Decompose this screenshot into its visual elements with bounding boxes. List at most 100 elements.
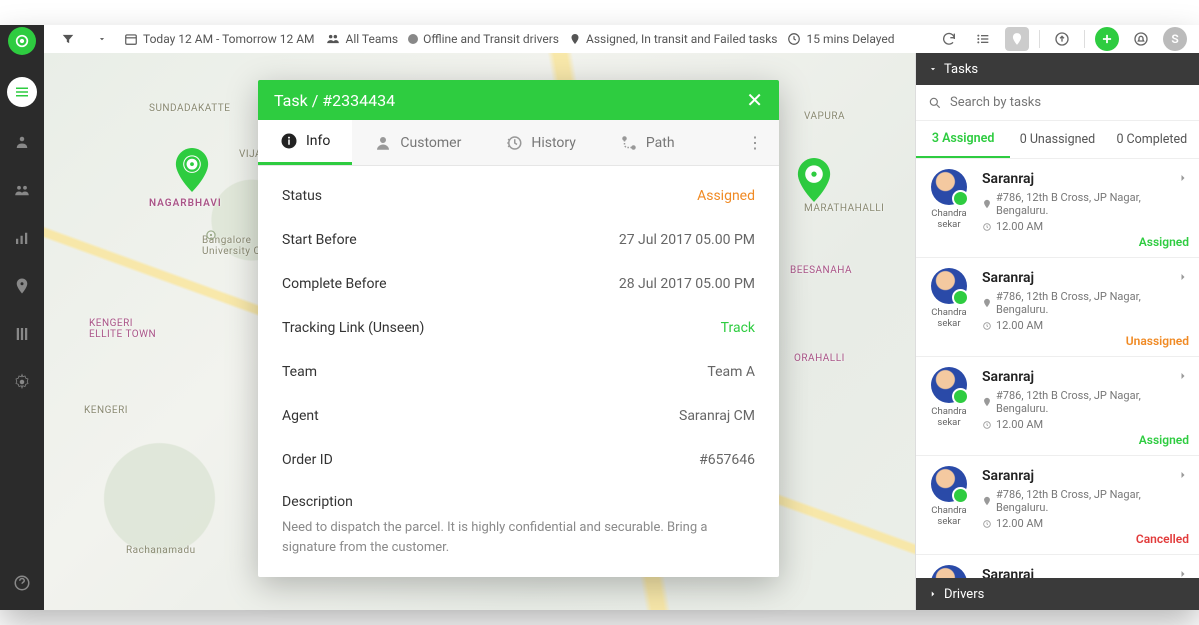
complete-before-value: 28 Jul 2017 05.00 PM [619, 276, 755, 292]
nav-schedule[interactable] [9, 321, 35, 347]
tab-path-label: Path [646, 135, 675, 151]
order-id-label: Order ID [282, 452, 333, 468]
divider [1039, 30, 1040, 48]
delay-text: 15 mins Delayed [806, 32, 894, 46]
user-avatar[interactable]: S [1163, 27, 1187, 51]
map-label: BEESANAHA [790, 265, 852, 276]
map-label: NAGARBHAVI [149, 198, 222, 209]
map-label: ORAHALLI [794, 353, 845, 364]
agent-avatar [931, 169, 967, 205]
task-time: 12.00 AM [982, 319, 1189, 332]
tasks-search[interactable] [916, 85, 1199, 121]
list-view-icon[interactable] [971, 27, 995, 51]
app-logo[interactable] [8, 27, 36, 55]
map-label: KENGERI ELLITE TOWN [89, 318, 156, 340]
status-dot-icon [408, 34, 418, 44]
map-label: KENGERI [84, 405, 128, 416]
chevron-right-icon[interactable] [1177, 466, 1189, 485]
close-icon[interactable]: ✕ [746, 88, 763, 112]
task-address: #786, 12th B Cross, JP Nagar, Bengaluru. [982, 488, 1189, 514]
start-before-value: 27 Jul 2017 05.00 PM [619, 232, 755, 248]
chevron-right-icon[interactable] [1177, 367, 1189, 386]
filter-unassigned[interactable]: 0Unassigned [1010, 121, 1104, 158]
map-pin[interactable] [796, 158, 832, 202]
nav-analytics[interactable] [9, 225, 35, 251]
chevron-right-icon[interactable] [1177, 169, 1189, 188]
delay-filter[interactable]: 15 mins Delayed [787, 32, 894, 46]
description-label: Description [282, 482, 755, 510]
agent-label: Agent [282, 408, 319, 424]
map-pin[interactable] [174, 148, 210, 192]
modal-title: Task / #2334434 [274, 91, 395, 110]
left-sidebar [0, 25, 44, 610]
export-icon[interactable] [1050, 27, 1074, 51]
task-list-item[interactable]: Chandra sekar Saranraj #786, 12th B Cros… [916, 456, 1199, 555]
tab-info-label: Info [306, 133, 330, 149]
tab-path[interactable]: Path [598, 120, 697, 165]
order-id-value: #657646 [699, 452, 755, 468]
task-name: Saranraj [982, 171, 1034, 187]
agent-name: Chandra sekar [926, 506, 972, 528]
map-label: MARATHAHALLI [804, 203, 884, 214]
nav-location[interactable] [9, 273, 35, 299]
refresh-icon[interactable] [937, 27, 961, 51]
task-name: Saranraj [982, 567, 1034, 579]
team-label: Team [282, 364, 317, 380]
task-time: 12.00 AM [982, 220, 1189, 233]
chevron-down-icon [928, 64, 938, 74]
teams-filter[interactable]: All Teams [325, 32, 399, 46]
nav-agents[interactable] [9, 129, 35, 155]
task-list-item[interactable]: Chandra sekar Saranraj #786, 12th B Cros… [916, 258, 1199, 357]
tracking-link-label: Tracking Link (Unseen) [282, 320, 424, 336]
tracking-link-action[interactable]: Track [721, 320, 755, 336]
task-address: #786, 12th B Cross, JP Nagar, Bengaluru. [982, 290, 1189, 316]
task-list-item[interactable]: Chandra sekar Saranraj #786, 12th B Cros… [916, 159, 1199, 258]
driver-status-filter[interactable]: Offline and Transit drivers [408, 32, 559, 46]
team-value: Team A [707, 364, 755, 380]
drivers-panel-header[interactable]: Drivers [916, 578, 1199, 610]
nav-help[interactable] [9, 570, 35, 596]
nav-teams[interactable] [9, 177, 35, 203]
task-status-filter[interactable]: Assigned, In transit and Failed tasks [569, 32, 777, 46]
tab-history[interactable]: History [483, 120, 598, 165]
task-list-item[interactable]: Chandra sekar Saranraj #786, 12th B Cros… [916, 357, 1199, 456]
map-label: VAPURA [804, 111, 845, 122]
agent-name: Chandra sekar [926, 407, 972, 429]
map-label: Rachanamadu [126, 545, 196, 556]
filter-completed[interactable]: 0Completed [1105, 121, 1199, 158]
task-filter-tabs: 3Assigned 0Unassigned 0Completed [916, 121, 1199, 159]
complete-before-label: Complete Before [282, 276, 387, 292]
date-range-filter[interactable]: Today 12 AM - Tomorrow 12 AM [124, 32, 315, 46]
tasks-panel-header[interactable]: Tasks [916, 53, 1199, 85]
agent-value: Saranraj CM [679, 408, 755, 424]
task-name: Saranraj [982, 369, 1034, 385]
tab-customer[interactable]: Customer [352, 120, 483, 165]
task-status-text: Assigned, In transit and Failed tasks [586, 32, 777, 46]
task-status-badge: Cancelled [1136, 532, 1189, 546]
driver-status-text: Offline and Transit drivers [423, 32, 559, 46]
map-view-icon[interactable] [1005, 27, 1029, 51]
map-label: SUNDADAKATTE [149, 103, 230, 114]
nav-dashboard[interactable] [7, 77, 37, 107]
task-name: Saranraj [982, 270, 1034, 286]
nav-settings[interactable] [9, 369, 35, 395]
tasks-panel-title: Tasks [944, 62, 978, 77]
notifications-icon[interactable] [1129, 27, 1153, 51]
search-icon [928, 96, 942, 110]
tasks-search-input[interactable] [950, 95, 1187, 110]
tab-info[interactable]: Info [258, 120, 352, 165]
filter-assigned[interactable]: 3Assigned [916, 121, 1010, 158]
task-name: Saranraj [982, 468, 1034, 484]
agent-name: Chandra sekar [926, 308, 972, 330]
status-value: Assigned [697, 188, 755, 204]
filter-funnel-icon[interactable] [56, 27, 80, 51]
chevron-right-icon[interactable] [1177, 565, 1189, 578]
chevron-down-icon[interactable] [90, 27, 114, 51]
drivers-panel-title: Drivers [944, 587, 984, 602]
task-list-item[interactable]: Chandra sekar Saranraj #786, 12th B Cros… [916, 555, 1199, 578]
status-label: Status [282, 188, 322, 204]
more-options-icon[interactable]: ⋮ [731, 133, 779, 152]
tab-history-label: History [531, 135, 576, 151]
chevron-right-icon[interactable] [1177, 268, 1189, 287]
add-button[interactable] [1095, 27, 1119, 51]
